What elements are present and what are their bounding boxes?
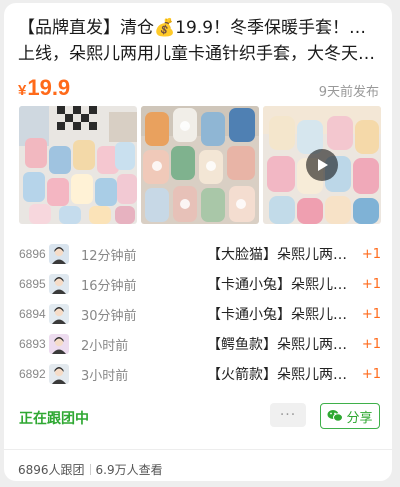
more-button[interactable]: ··· — [270, 403, 306, 427]
order-row[interactable]: 6893 2小时前 【鳄鱼款】朵熙儿两用儿童卡通针织手套+1 — [19, 329, 381, 359]
order-item: 【卡通小兔】朵熙儿两用儿童卡通针织手套 — [207, 307, 357, 323]
order-quantity: +1 — [361, 336, 381, 352]
order-quantity: +1 — [361, 366, 381, 382]
product-video[interactable] — [263, 106, 381, 224]
group-buy-card[interactable]: 【品牌直发】清仓💰19.9！冬季保暖手套！全新 上线，朵熙儿两用儿童卡通针织手套… — [4, 3, 392, 481]
order-row[interactable]: 6895 16分钟前 【卡通小兔】朵熙儿两用儿童卡通针织手套+1 — [19, 269, 381, 299]
divider — [4, 449, 392, 450]
order-number: 6893 — [19, 337, 46, 351]
order-item: 【卡通小兔】朵熙儿两用儿童卡通针织手套 — [207, 277, 357, 293]
order-time: 16分钟前 — [81, 278, 137, 294]
order-time: 2小时前 — [81, 338, 129, 354]
order-number: 6894 — [19, 307, 46, 321]
order-number: 6896 — [19, 247, 46, 261]
product-photo-2[interactable] — [141, 106, 259, 224]
order-number: 6892 — [19, 367, 46, 381]
photo-gallery — [19, 106, 381, 224]
order-row[interactable]: 6896 12分钟前 【大脸猫】朵熙儿两用儿童卡通针织手套+1 — [19, 239, 381, 269]
price-value: 19.9 — [27, 75, 71, 100]
avatar — [49, 364, 69, 384]
group-status: 正在跟团中 — [19, 411, 89, 427]
order-row[interactable]: 6892 3小时前 【火箭款】朵熙儿两用儿童卡通针织手套+1 — [19, 359, 381, 389]
order-quantity: +1 — [361, 306, 381, 322]
share-button[interactable]: 分享 — [320, 403, 380, 429]
avatar — [49, 334, 69, 354]
post-title[interactable]: 【品牌直发】清仓💰19.9！冬季保暖手套！全新 上线，朵熙儿两用儿童卡通针织手套… — [18, 15, 382, 67]
order-quantity: +1 — [361, 246, 381, 262]
stats-footer: 6896人跟团 6.9万人查看 — [18, 461, 163, 478]
posted-time: 9天前发布 — [318, 85, 379, 100]
follower-order-list: 689612分钟前【大脸猫】朵熙儿两用儿童卡通针织手套+1689516分钟前【卡… — [19, 239, 381, 389]
price-currency: ¥ — [18, 82, 27, 99]
footer-separator — [89, 464, 91, 475]
order-quantity: +1 — [361, 276, 381, 292]
post-title-line-2: 上线，朵熙儿两用儿童卡通针织手套，大冬天… — [18, 44, 375, 64]
price: ¥19.9 — [18, 75, 70, 101]
order-time: 3小时前 — [81, 368, 129, 384]
order-item: 【火箭款】朵熙儿两用儿童卡通针织手套 — [207, 367, 357, 383]
avatar — [49, 244, 69, 264]
share-label: 分享 — [346, 410, 373, 426]
follower-count: 6896人跟团 — [18, 463, 85, 477]
order-time: 30分钟前 — [81, 308, 137, 324]
order-time: 12分钟前 — [81, 248, 137, 264]
avatar — [49, 274, 69, 294]
play-video-button[interactable] — [306, 149, 338, 181]
order-number: 6895 — [19, 277, 46, 291]
order-item: 【鳄鱼款】朵熙儿两用儿童卡通针织手套 — [207, 337, 357, 353]
play-icon — [318, 159, 328, 171]
order-row[interactable]: 6894 30分钟前 【卡通小兔】朵熙儿两用儿童卡通针织手套+1 — [19, 299, 381, 329]
order-item: 【大脸猫】朵熙儿两用儿童卡通针织手套 — [207, 247, 357, 263]
avatar — [49, 304, 69, 324]
product-photo-1[interactable] — [19, 106, 137, 224]
wechat-icon — [327, 410, 344, 422]
post-title-line-1: 【品牌直发】清仓💰19.9！冬季保暖手套！全新 — [18, 18, 382, 38]
view-count: 6.9万人查看 — [95, 463, 163, 477]
